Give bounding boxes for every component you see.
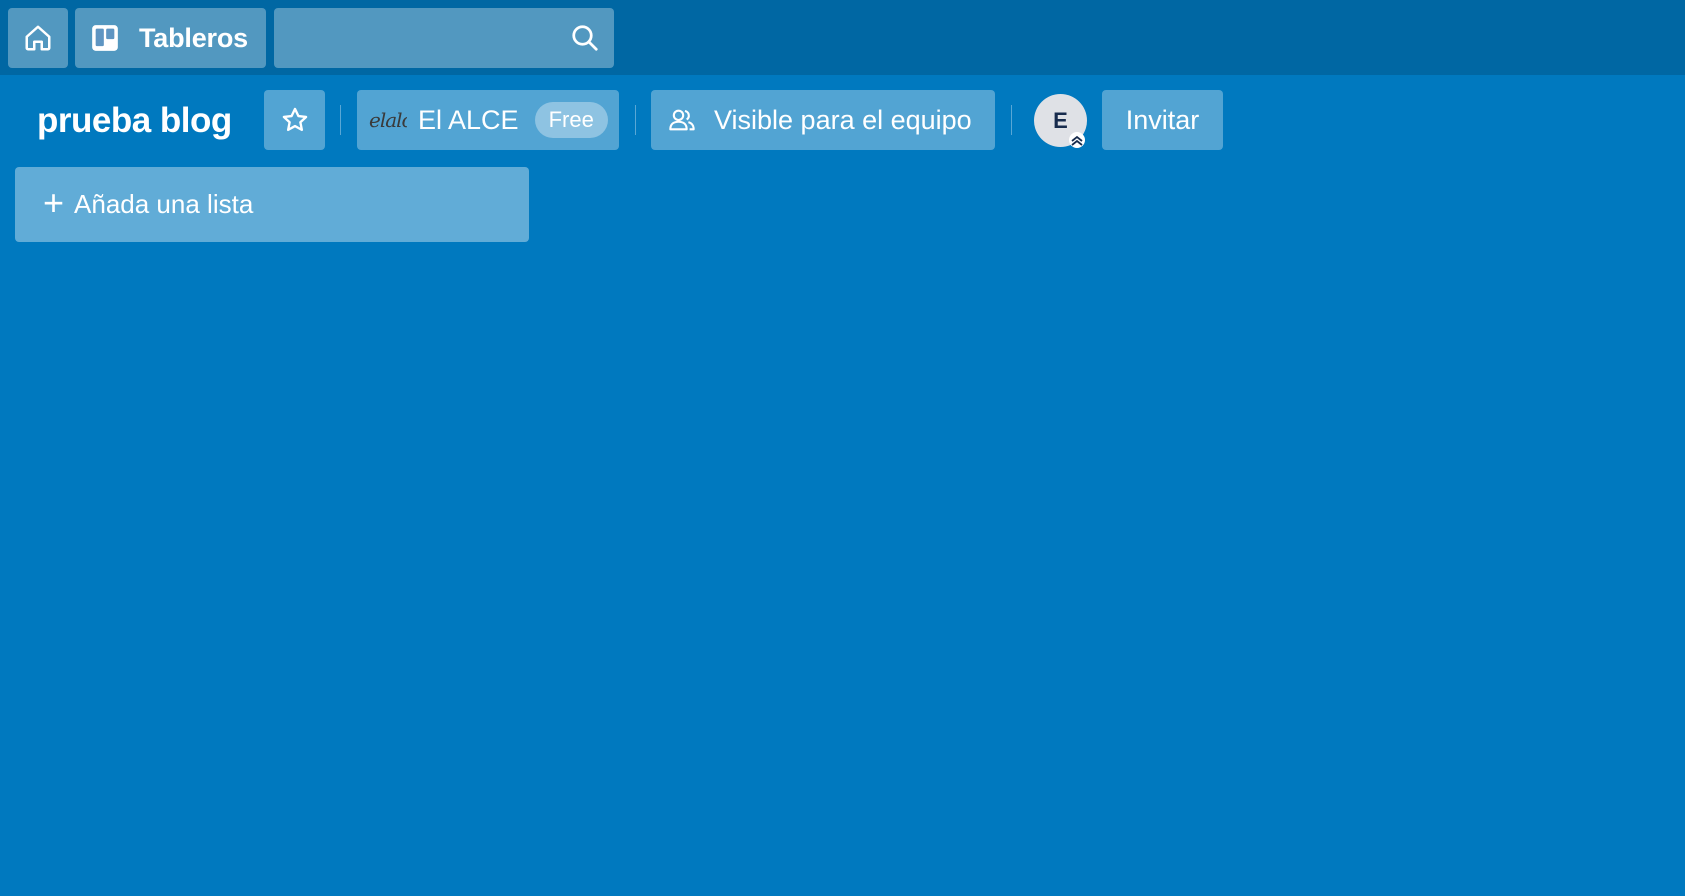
team-logo: elalce (369, 108, 407, 132)
search-input[interactable] (274, 8, 554, 68)
header-divider (1011, 105, 1012, 135)
header-divider (635, 105, 636, 135)
star-board-button[interactable] (264, 90, 325, 150)
visibility-button[interactable]: Visible para el equipo (651, 90, 995, 150)
search-icon (572, 25, 598, 51)
home-button[interactable] (8, 8, 68, 68)
team-name: El ALCE (418, 104, 519, 135)
top-navigation-bar: Tableros (0, 0, 1685, 75)
admin-chevron-icon (1069, 132, 1085, 148)
boards-button[interactable]: Tableros (75, 8, 266, 68)
search-box[interactable] (274, 8, 614, 68)
star-icon (282, 107, 307, 132)
invite-button[interactable]: Invitar (1102, 90, 1223, 150)
avatar-initial: E (1053, 107, 1068, 133)
add-list-label: Añada una lista (74, 189, 254, 219)
home-icon (25, 25, 51, 51)
boards-icon (92, 25, 118, 51)
invite-label: Invitar (1125, 104, 1200, 135)
add-list-button[interactable]: + Añada una lista (15, 167, 529, 242)
plus-icon: + (43, 181, 65, 223)
visibility-label: Visible para el equipo (714, 104, 972, 135)
header-divider (340, 105, 341, 135)
board-header: prueba blog elalce El ALCE Free Visible … (0, 75, 1685, 165)
boards-label: Tableros (139, 22, 248, 53)
member-avatar[interactable]: E (1034, 94, 1087, 148)
plan-badge: Free (534, 102, 608, 138)
board-title[interactable]: prueba blog (37, 101, 232, 141)
team-visibility-icon (669, 109, 695, 131)
team-button[interactable]: elalce El ALCE Free (357, 90, 619, 150)
